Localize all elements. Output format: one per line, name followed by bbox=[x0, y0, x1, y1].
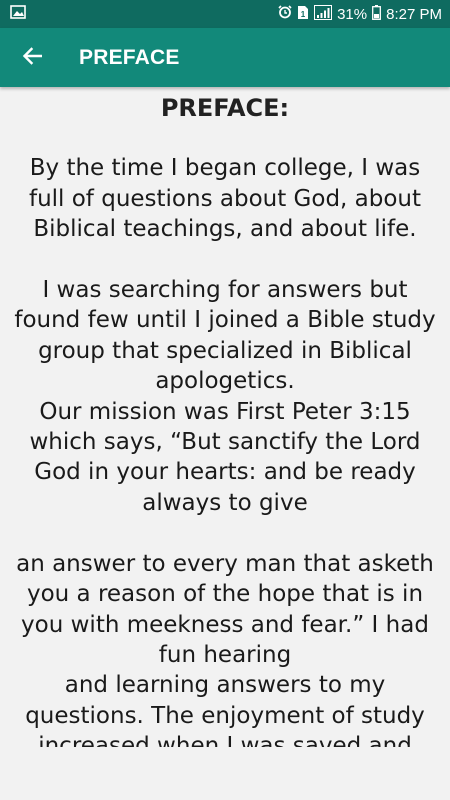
sim-icon: 1 bbox=[297, 5, 309, 24]
arrow-left-icon bbox=[22, 46, 43, 69]
svg-text:1: 1 bbox=[301, 10, 306, 19]
status-bar: 1 31% 8:27 PM bbox=[0, 0, 450, 28]
battery-percent: 31% bbox=[337, 5, 368, 23]
signal-icon bbox=[314, 4, 333, 24]
alarm-icon bbox=[278, 5, 292, 23]
battery-icon bbox=[372, 4, 382, 24]
back-button[interactable] bbox=[17, 43, 47, 73]
preface-heading: PREFACE: bbox=[160, 94, 290, 122]
preface-content[interactable]: PREFACE: By the time I began college, I … bbox=[0, 88, 450, 747]
app-bar: PREFACE bbox=[0, 28, 450, 87]
clock-time: 8:27 PM bbox=[386, 5, 442, 23]
status-right: 1 31% 8:27 PM bbox=[278, 4, 442, 24]
image-notification-icon bbox=[10, 5, 26, 23]
bottom-blank-area bbox=[0, 747, 450, 800]
app-bar-title: PREFACE bbox=[79, 45, 180, 69]
preface-text: By the time I began college, I was full … bbox=[14, 155, 436, 747]
status-left bbox=[10, 5, 26, 23]
